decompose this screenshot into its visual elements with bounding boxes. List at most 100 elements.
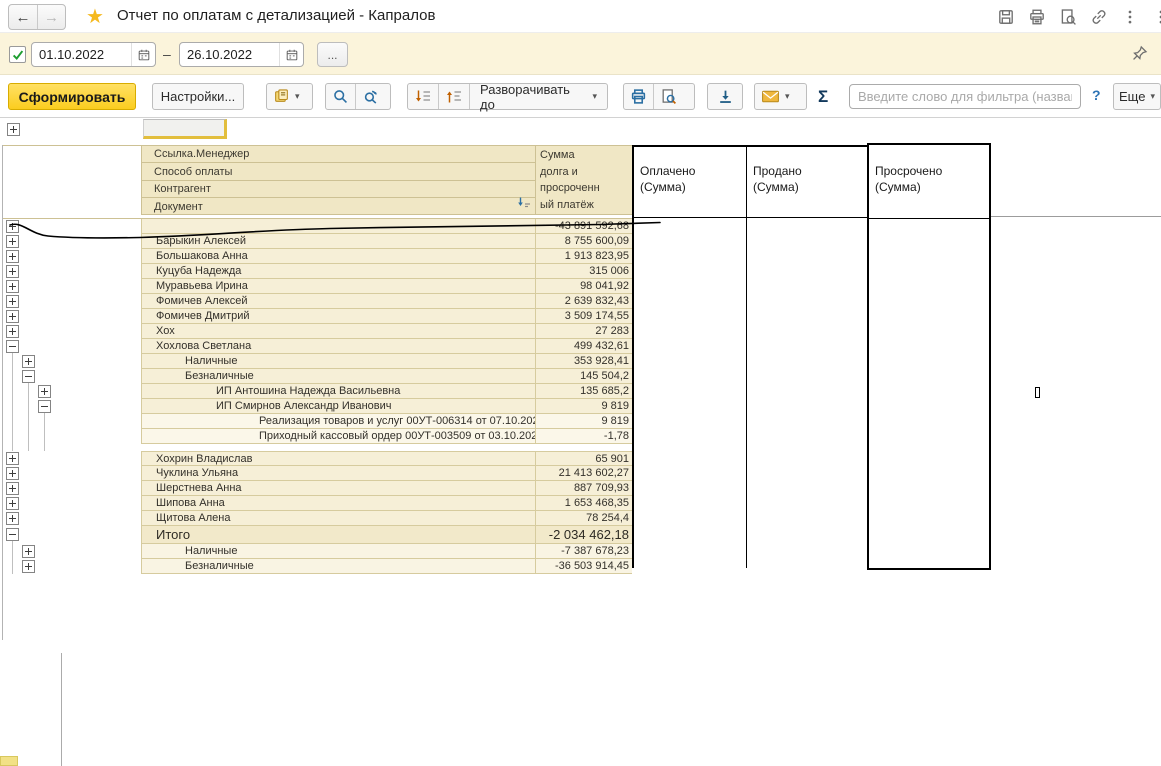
more-menu-button-clipped[interactable] — [1151, 7, 1161, 26]
expand-row-button[interactable] — [22, 545, 35, 558]
row-name-cell[interactable]: Наличные — [141, 354, 535, 369]
row-name-cell[interactable]: Фомичев Дмитрий — [141, 309, 535, 324]
report-variants-button[interactable]: ▾ — [266, 83, 313, 110]
date-from-input[interactable] — [32, 47, 131, 62]
expand-row-button[interactable] — [6, 295, 19, 308]
row-value-cell[interactable]: 9 819 — [535, 414, 632, 429]
expand-row-button[interactable] — [6, 250, 19, 263]
row-name-cell[interactable]: Безналичные — [141, 559, 535, 574]
row-value-cell[interactable]: 1 913 823,95 — [535, 249, 632, 264]
favorite-star-icon[interactable]: ★ — [86, 4, 104, 29]
row-value-cell[interactable]: -1,78 — [535, 429, 632, 444]
row-value-cell[interactable]: 499 432,61 — [535, 339, 632, 354]
row-value-cell[interactable]: 887 709,93 — [535, 481, 632, 496]
link-button[interactable] — [1089, 7, 1108, 26]
period-checkbox[interactable] — [9, 46, 26, 63]
row-value-cell[interactable]: 21 413 602,27 — [535, 466, 632, 481]
row-value-cell[interactable]: 2 639 832,43 — [535, 294, 632, 309]
save-result-button[interactable] — [707, 83, 743, 110]
row-name-cell[interactable]: Хохрин Владислав — [141, 451, 535, 466]
row-value-cell[interactable]: 65 901 — [535, 451, 632, 466]
collapse-row-button[interactable] — [22, 370, 35, 383]
row-value-cell[interactable]: 135 685,2 — [535, 384, 632, 399]
more-actions-button[interactable]: Еще ▾ — [1113, 83, 1161, 110]
row-name-cell[interactable]: Барыкин Алексей — [141, 234, 535, 249]
row-name-cell[interactable]: Реализация товаров и услуг 00УТ-006314 о… — [141, 414, 535, 429]
print-report-button[interactable] — [624, 84, 653, 109]
row-name-cell[interactable]: ИП Смирнов Александр Иванович — [141, 399, 535, 414]
date-from-calendar-button[interactable] — [131, 43, 155, 66]
expand-row-button[interactable] — [6, 280, 19, 293]
forward-button[interactable]: → — [37, 5, 65, 29]
column-header-paid[interactable]: Оплачено (Сумма) — [634, 147, 747, 217]
row-name-cell[interactable]: Муравьева Ирина — [141, 279, 535, 294]
quick-filter-input[interactable] — [850, 85, 1080, 108]
back-button[interactable]: ← — [9, 5, 37, 29]
row-value-cell[interactable]: 353 928,41 — [535, 354, 632, 369]
row-value-cell[interactable]: -36 503 914,45 — [535, 559, 632, 574]
expand-row-button[interactable] — [38, 385, 51, 398]
expand-row-button[interactable] — [6, 482, 19, 495]
row-value-cell[interactable]: 98 041,92 — [535, 279, 632, 294]
more-menu-button[interactable] — [1120, 7, 1139, 26]
row-name-cell[interactable]: Итого — [141, 526, 535, 544]
row-name-cell[interactable]: Безналичные — [141, 369, 535, 384]
collapse-row-button[interactable] — [6, 340, 19, 353]
row-value-cell[interactable]: 3 509 174,55 — [535, 309, 632, 324]
date-to-input[interactable] — [180, 47, 279, 62]
row-name-cell[interactable]: Хох — [141, 324, 535, 339]
cancel-search-button[interactable] — [355, 84, 385, 109]
pin-icon[interactable] — [1130, 44, 1149, 68]
sum-sigma-button[interactable]: Σ — [818, 87, 828, 107]
row-name-cell[interactable] — [141, 219, 535, 234]
row-name-cell[interactable]: Шипова Анна — [141, 496, 535, 511]
expand-row-button[interactable] — [6, 220, 19, 233]
collapse-row-button[interactable] — [38, 400, 51, 413]
save-button[interactable] — [996, 7, 1015, 26]
current-cell-cursor[interactable] — [143, 119, 227, 139]
collapse-levels-button[interactable] — [438, 84, 469, 109]
send-email-button[interactable]: ▾ — [754, 83, 807, 110]
print-preview-button[interactable] — [653, 84, 683, 109]
header-cell-counterparty[interactable]: Контрагент — [141, 181, 535, 199]
row-value-cell[interactable]: -43 891 592,68 — [535, 219, 632, 234]
row-name-cell[interactable]: Наличные — [141, 544, 535, 559]
row-value-cell[interactable]: -7 387 678,23 — [535, 544, 632, 559]
row-name-cell[interactable]: Хохлова Светлана — [141, 339, 535, 354]
row-value-cell[interactable]: 9 819 — [535, 399, 632, 414]
header-cell-debt-sum[interactable]: Сумма долга и просроченн ый платёж — [535, 146, 632, 215]
print-button[interactable] — [1027, 7, 1046, 26]
row-name-cell[interactable]: Шерстнева Анна — [141, 481, 535, 496]
expand-row-button[interactable] — [6, 265, 19, 278]
row-name-cell[interactable]: ИП Антошина Надежда Васильевна — [141, 384, 535, 399]
row-value-cell[interactable]: 27 283 — [535, 324, 632, 339]
column-header-overdue[interactable]: Просрочено (Сумма) — [869, 145, 989, 219]
header-cell-payment-method[interactable]: Способ оплаты — [141, 163, 535, 181]
expand-row-button[interactable] — [6, 497, 19, 510]
header-cell-document[interactable]: Документ — [141, 198, 535, 215]
expand-row-button[interactable] — [6, 310, 19, 323]
settings-button[interactable]: Настройки... — [152, 83, 244, 110]
row-value-cell[interactable]: 1 653 468,35 — [535, 496, 632, 511]
expand-row-button[interactable] — [6, 235, 19, 248]
expand-to-dropdown[interactable]: Разворачивать до ▾ — [469, 84, 607, 109]
grid-top-expander[interactable] — [7, 123, 20, 136]
row-value-cell[interactable]: 78 254,4 — [535, 511, 632, 526]
column-header-sold[interactable]: Продано (Сумма) — [747, 147, 869, 217]
expand-levels-button[interactable] — [408, 84, 438, 109]
row-name-cell[interactable]: Щитова Алена — [141, 511, 535, 526]
row-name-cell[interactable]: Чуклина Ульяна — [141, 466, 535, 481]
expand-row-button[interactable] — [6, 512, 19, 525]
generate-button[interactable]: Сформировать — [8, 83, 136, 110]
preview-button[interactable] — [1058, 7, 1077, 26]
row-value-cell[interactable]: -2 034 462,18 — [535, 526, 632, 544]
expand-row-button[interactable] — [22, 560, 35, 573]
row-name-cell[interactable]: Фомичев Алексей — [141, 294, 535, 309]
date-to-calendar-button[interactable] — [279, 43, 303, 66]
header-cell-manager[interactable]: Ссылка.Менеджер — [141, 146, 535, 163]
expand-row-button[interactable] — [6, 452, 19, 465]
row-name-cell[interactable]: Куцуба Надежда — [141, 264, 535, 279]
row-value-cell[interactable]: 315 006 — [535, 264, 632, 279]
row-name-cell[interactable]: Большакова Анна — [141, 249, 535, 264]
expand-row-button[interactable] — [6, 467, 19, 480]
